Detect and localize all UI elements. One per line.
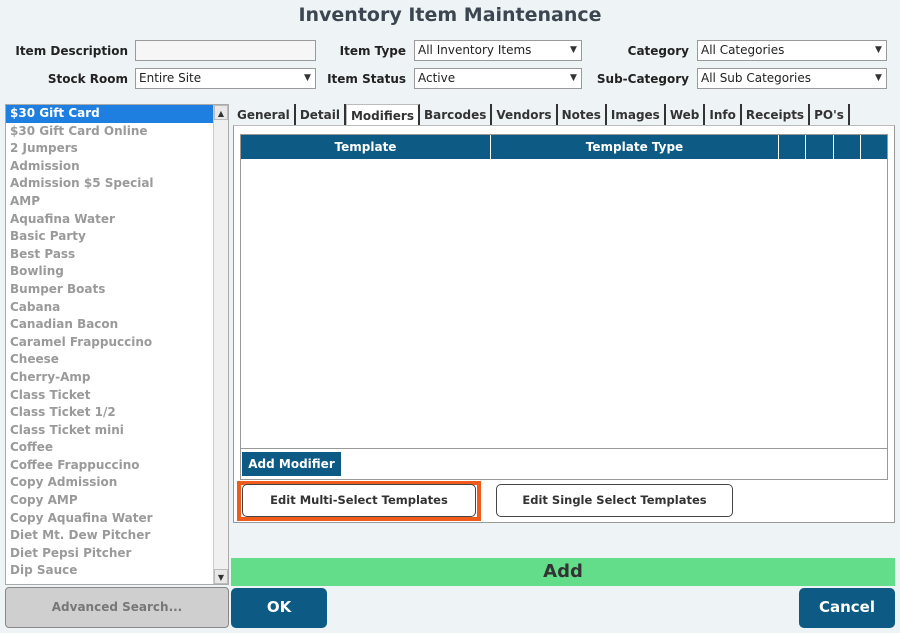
list-item[interactable]: Caramel Frappuccino	[6, 334, 214, 352]
list-item[interactable]: Cheese	[6, 351, 214, 369]
list-item[interactable]: AMP	[6, 193, 214, 211]
list-item[interactable]: Class Ticket	[6, 387, 214, 405]
cancel-button[interactable]: Cancel	[799, 588, 895, 628]
grid-header: Template Template Type	[241, 135, 887, 159]
category-label: Category	[627, 44, 689, 58]
item-listbox[interactable]: $30 Gift Card $30 Gift Card Online 2 Jumpe…	[5, 104, 229, 585]
list-item[interactable]: Diet Pepsi Pitcher	[6, 545, 214, 563]
tab-detail[interactable]: Detail	[296, 104, 346, 126]
tab-barcodes[interactable]: Barcodes	[420, 104, 493, 126]
chevron-down-icon[interactable]: ▼	[871, 41, 886, 60]
sub-category-select[interactable]: All Sub Categories ▼	[697, 68, 887, 89]
stock-room-label: Stock Room	[47, 72, 128, 86]
list-item[interactable]: Copy Aquafina Water	[6, 510, 214, 528]
list-item[interactable]: Coffee Frappuccino	[6, 457, 214, 475]
list-item[interactable]: Dip Sauce	[6, 562, 214, 580]
chevron-down-icon[interactable]: ▼	[566, 69, 581, 88]
edit-single-select-templates-button[interactable]: Edit Single Select Templates	[496, 484, 733, 517]
tab-general[interactable]: General	[233, 104, 296, 126]
tab-notes[interactable]: Notes	[558, 104, 607, 126]
list-scrollbar[interactable]: ▲ ▼	[213, 105, 228, 584]
item-status-select[interactable]: Active ▼	[414, 68, 582, 89]
tab-receipts[interactable]: Receipts	[742, 104, 811, 126]
tab-po-s[interactable]: PO's	[810, 104, 850, 126]
chevron-down-icon[interactable]: ▼	[566, 41, 581, 60]
item-type-label: Item Type	[339, 44, 406, 58]
sub-category-value: All Sub Categories	[701, 71, 812, 85]
tab-bar: General Detail Modifiers Barcodes Vendors Not…	[233, 104, 850, 126]
window-title: Inventory Item Maintenance	[298, 4, 602, 26]
list-item[interactable]: Canadian Bacon	[6, 316, 214, 334]
item-status-value: Active	[418, 71, 456, 85]
column-blank-4[interactable]	[861, 135, 887, 159]
tab-info[interactable]: Info	[705, 104, 742, 126]
list-item[interactable]: $30 Gift Card Online	[6, 123, 214, 141]
item-type-value: All Inventory Items	[418, 43, 532, 57]
chevron-down-icon[interactable]: ▼	[300, 69, 315, 88]
list-item[interactable]: 2 Jumpers	[6, 140, 214, 158]
tab-modifiers[interactable]: Modifiers	[345, 104, 420, 126]
tab-web[interactable]: Web	[666, 104, 706, 126]
item-description-input[interactable]	[135, 40, 316, 61]
list-item[interactable]: Bumper Boats	[6, 281, 214, 299]
stock-room-select[interactable]: Entire Site ▼	[135, 68, 316, 89]
sub-category-label: Sub-Category	[596, 72, 689, 86]
list-item[interactable]: Copy Admission	[6, 474, 214, 492]
list-item[interactable]: Class Ticket mini	[6, 422, 214, 440]
add-button[interactable]: Add	[231, 558, 895, 586]
modifiers-grid[interactable]: Template Template Type	[240, 134, 888, 449]
list-item[interactable]: Diet Mt. Dew Pitcher	[6, 527, 214, 545]
category-value: All Categories	[701, 43, 785, 57]
list-item[interactable]: Copy AMP	[6, 492, 214, 510]
list-item[interactable]: Cherry-Amp	[6, 369, 214, 387]
item-type-select[interactable]: All Inventory Items ▼	[414, 40, 582, 61]
ok-button[interactable]: OK	[231, 588, 327, 628]
list-item[interactable]: Cabana	[6, 299, 214, 317]
item-list: $30 Gift Card $30 Gift Card Online 2 Jumpe…	[6, 105, 228, 580]
list-item[interactable]: Bowling	[6, 263, 214, 281]
scroll-up-icon[interactable]: ▲	[214, 105, 228, 120]
chevron-down-icon[interactable]: ▼	[871, 69, 886, 88]
column-blank-2[interactable]	[806, 135, 834, 159]
column-template[interactable]: Template	[241, 135, 491, 159]
item-status-label: Item Status	[327, 72, 406, 86]
category-select[interactable]: All Categories ▼	[697, 40, 887, 61]
tab-vendors[interactable]: Vendors	[492, 104, 558, 126]
scroll-down-icon[interactable]: ▼	[214, 569, 228, 584]
column-blank-1[interactable]	[779, 135, 806, 159]
advanced-search-button[interactable]: Advanced Search...	[5, 587, 229, 628]
tab-images[interactable]: Images	[607, 104, 666, 126]
column-blank-3[interactable]	[834, 135, 861, 159]
edit-multi-select-templates-button[interactable]: Edit Multi-Select Templates	[242, 484, 476, 517]
list-item[interactable]: $30 Gift Card	[6, 105, 214, 123]
stock-room-value: Entire Site	[139, 71, 202, 85]
add-modifier-button[interactable]: Add Modifier	[242, 452, 341, 476]
column-template-type[interactable]: Template Type	[491, 135, 779, 159]
item-description-label: Item Description	[15, 44, 128, 58]
list-item[interactable]: Aquafina Water	[6, 211, 214, 229]
list-item[interactable]: Admission	[6, 158, 214, 176]
list-item[interactable]: Coffee	[6, 439, 214, 457]
list-item[interactable]: Best Pass	[6, 246, 214, 264]
list-item[interactable]: Basic Party	[6, 228, 214, 246]
list-item[interactable]: Admission $5 Special	[6, 175, 214, 193]
list-item[interactable]: Class Ticket 1/2	[6, 404, 214, 422]
